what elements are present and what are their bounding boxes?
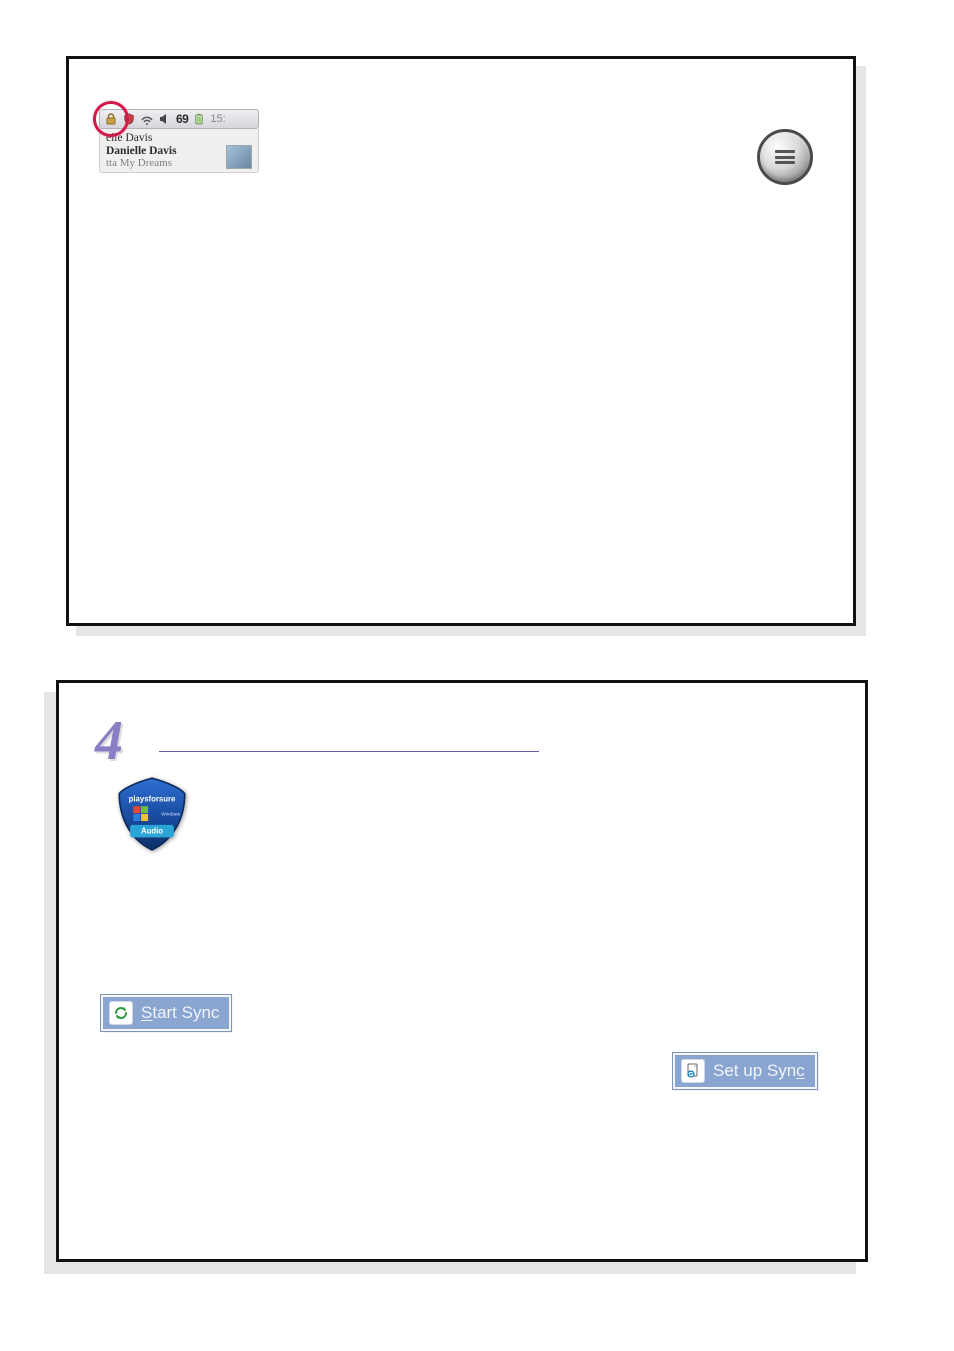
playsforsure-bottom-text: Audio — [141, 827, 163, 836]
start-sync-button[interactable]: Start Sync — [101, 995, 231, 1031]
battery-icon — [192, 112, 206, 126]
panel1: 69 15: elle Davis Danielle Davis tta My … — [66, 56, 856, 626]
document-page: 69 15: elle Davis Danielle Davis tta My … — [0, 0, 954, 1351]
step-number: 4 — [95, 713, 123, 769]
lock-icon — [104, 112, 118, 126]
start-sync-label: Start Sync — [141, 1003, 219, 1023]
panel2: 4 playsforsure Windows Audio — [56, 680, 868, 1262]
set-up-sync-button[interactable]: Set up Sync — [673, 1053, 817, 1089]
now-playing-line2: Danielle Davis — [106, 145, 177, 158]
speaker-icon — [158, 112, 172, 126]
step-underline — [159, 751, 539, 752]
tray-number: 69 — [176, 112, 188, 126]
tray-time: 15: — [210, 113, 225, 125]
now-playing-popup: elle Davis Danielle Davis tta My Dreams — [99, 129, 259, 173]
set-up-sync-label: Set up Sync — [713, 1061, 805, 1081]
album-art-thumb — [226, 145, 252, 169]
playsforsure-top-text: playsforsure — [129, 795, 176, 804]
now-playing-line3: tta My Dreams — [106, 157, 177, 169]
document-sync-icon — [681, 1059, 705, 1083]
taskbar-snippet: 69 15: elle Davis Danielle Davis tta My … — [99, 109, 259, 173]
menu-round-icon[interactable] — [757, 129, 813, 185]
system-tray: 69 15: — [99, 109, 259, 129]
now-playing-text: elle Davis Danielle Davis tta My Dreams — [106, 132, 177, 169]
now-playing-line1: elle Davis — [106, 132, 177, 145]
playsforsure-badge: playsforsure Windows Audio — [113, 775, 191, 853]
wifi-icon — [140, 112, 154, 126]
playsforsure-windows-label: Windows — [161, 812, 181, 817]
shield-small-icon — [122, 112, 136, 126]
hamburger-icon — [775, 150, 795, 164]
sync-arrows-icon — [109, 1001, 133, 1025]
